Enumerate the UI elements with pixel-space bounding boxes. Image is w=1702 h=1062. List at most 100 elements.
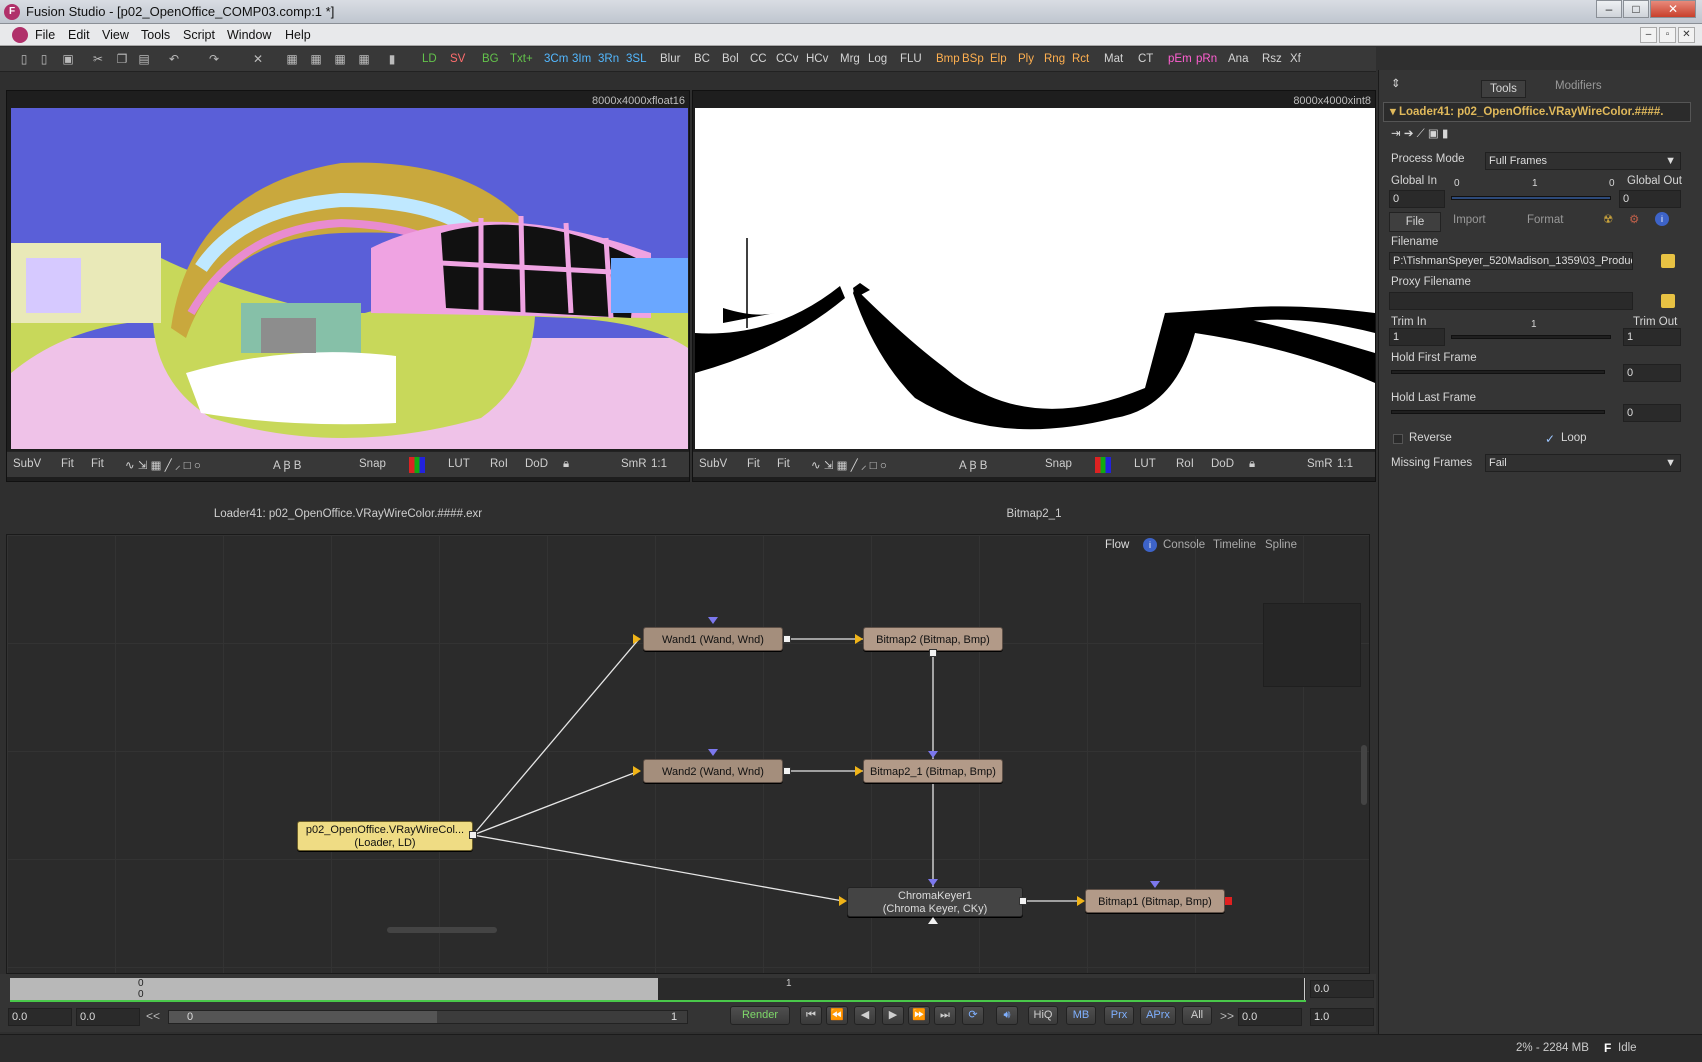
fit-button-right-2[interactable]: Fit [777,458,790,470]
aprx-button[interactable]: APrx [1140,1006,1176,1025]
bitmap2-input-port[interactable] [855,634,863,644]
wand1-mask-port[interactable] [708,617,718,624]
text-tools-icon[interactable]: A Ꞵ B [273,458,301,473]
reverse-checkbox[interactable] [1393,434,1403,444]
tool-button-bol[interactable]: Bol [720,51,741,68]
doc-icon[interactable] [12,27,28,43]
mdi-close-button[interactable]: ✕ [1678,27,1695,43]
tool-button-3rn[interactable]: 3Rn [596,51,621,68]
lock-icon-right[interactable]: 🔒︎ [1249,458,1255,471]
tool-button-ld[interactable]: LD [420,51,439,68]
tool-button-3im[interactable]: 3Im [570,51,593,68]
tool-button-prn[interactable]: pRn [1194,51,1219,68]
open-icon[interactable]: ▯ [36,51,52,67]
wand1-input-port[interactable] [633,634,641,644]
bitmap2-output-port[interactable] [929,649,937,657]
tool-button-blur[interactable]: Blur [658,51,682,68]
subtab-import[interactable]: Import [1453,214,1486,226]
layout-1-icon[interactable]: ▦ [284,51,300,67]
mb-button[interactable]: MB [1066,1006,1096,1025]
node-wand2[interactable]: Wand2 (Wand, Wnd) [643,759,783,783]
mdi-restore-button[interactable]: ▫ [1659,27,1676,43]
trim-in-field[interactable]: 1 [1389,328,1445,346]
layout-4-icon[interactable]: ▦ [356,51,372,67]
snap-button-right[interactable]: Snap [1045,458,1072,470]
tool-button-3cm[interactable]: 3Cm [542,51,570,68]
range-slider[interactable]: 0 1 [168,1010,688,1024]
all-button[interactable]: All [1182,1006,1212,1025]
menu-edit[interactable]: Edit [68,28,90,42]
lut-button[interactable]: LUT [448,458,470,470]
tool-header[interactable]: ▾ Loader41: p02_OpenOffice.VRayWireColor… [1383,102,1691,122]
node-bitmap2-1[interactable]: Bitmap2_1 (Bitmap, Bmp) [863,759,1003,783]
tab-modifiers[interactable]: Modifiers [1543,78,1614,94]
undo-icon[interactable]: ↶ [166,51,182,67]
wand1-output-port[interactable] [783,635,791,643]
mdi-minimize-button[interactable]: – [1640,27,1657,43]
tool-button-rct[interactable]: Rct [1070,51,1091,68]
dod-button-right[interactable]: DoD [1211,458,1234,470]
play-icon[interactable]: ▶ [882,1006,904,1025]
fit-button-right[interactable]: Fit [747,458,760,470]
menu-help[interactable]: Help [285,28,311,42]
node-bitmap1[interactable]: Bitmap1 (Bitmap, Bmp) [1085,889,1225,913]
node-loader[interactable]: p02_OpenOffice.VRayWireCol... (Loader, L… [297,821,473,851]
bitmap1-output-port[interactable] [1225,897,1232,905]
loop-checkbox[interactable]: ✓ [1545,432,1555,446]
subv-button[interactable]: SubV [13,458,41,470]
ratio-button[interactable]: 1:1 [651,458,667,470]
menu-script[interactable]: Script [183,28,215,42]
fit-button[interactable]: Fit [61,458,74,470]
render-button[interactable]: Render [730,1006,790,1025]
ratio-button-right[interactable]: 1:1 [1337,458,1353,470]
node-chromakeyer1[interactable]: ChromaKeyer1 (Chroma Keyer, CKy) [847,887,1023,917]
app-icon[interactable]: F [4,4,20,20]
wand2-mask-port[interactable] [708,749,718,756]
tool-button-bsp[interactable]: BSp [960,51,986,68]
tool-button-sv[interactable]: SV [448,51,467,68]
render-start-field[interactable]: 0.0 [76,1008,140,1026]
process-mode-select[interactable]: Full Frames ▼ [1485,152,1681,170]
menu-tools[interactable]: Tools [141,28,170,42]
tool-button-txt[interactable]: Txt+ [508,51,535,68]
timeline-ruler-played[interactable] [10,978,658,1000]
copy-icon[interactable]: ❐ [114,51,130,67]
wand2-output-port[interactable] [783,767,791,775]
panel-expand-icon[interactable]: ⇕ [1391,76,1401,90]
lut-button-right[interactable]: LUT [1134,458,1156,470]
proxy-browse-icon[interactable] [1661,294,1675,308]
tool-button-3sl[interactable]: 3SL [624,51,648,68]
tool-button-rng[interactable]: Rng [1042,51,1067,68]
bin-icon[interactable]: ▮ [384,51,400,67]
text-tools-icon-right[interactable]: A Ꞵ B [959,458,987,473]
hold-last-field[interactable]: 0 [1623,404,1681,422]
tool-button-bg[interactable]: BG [480,51,501,68]
new-icon[interactable]: ▯ [16,51,32,67]
bitmap2-1-mask-port[interactable] [928,751,938,758]
timeline-current-field[interactable]: 0.0 [1310,980,1374,998]
gear-icon[interactable]: ⚙ [1629,212,1639,226]
radioactive-icon[interactable]: ☢ [1603,212,1613,226]
loop-icon[interactable]: ⟳ [962,1006,984,1025]
trim-range-slider[interactable] [1451,335,1611,339]
dod-button[interactable]: DoD [525,458,548,470]
ckey-garbage-port[interactable] [928,917,938,924]
fit-button-2[interactable]: Fit [91,458,104,470]
paste-icon[interactable]: ▤ [136,51,152,67]
tool-button-hcv[interactable]: HCv [804,51,830,68]
roi-button[interactable]: RoI [490,458,508,470]
tool-button-bmp[interactable]: Bmp [934,51,962,68]
tool-button-ply[interactable]: Ply [1016,51,1036,68]
goto-end-icon[interactable]: ⏭ [934,1006,956,1025]
tool-button-ct[interactable]: CT [1136,51,1155,68]
cut-icon[interactable]: ✂ [90,51,106,67]
subv-button-right[interactable]: SubV [699,458,727,470]
prx-button[interactable]: Prx [1104,1006,1134,1025]
step-forward-icon[interactable]: ⏩ [908,1006,930,1025]
filename-field[interactable]: P:\TishmanSpeyer_520Madison_1359\03_Prod… [1389,252,1633,270]
close-button[interactable]: ✕ [1650,0,1696,18]
timeline-ruler[interactable] [658,978,1306,1000]
viewer-left[interactable]: 8000x4000xfloat16 SubV Fit Fit ∿ ⇲ ▦ ╱ ⸝… [6,90,690,482]
tool-button-elp[interactable]: Elp [988,51,1009,68]
proxy-filename-field[interactable] [1389,292,1633,310]
